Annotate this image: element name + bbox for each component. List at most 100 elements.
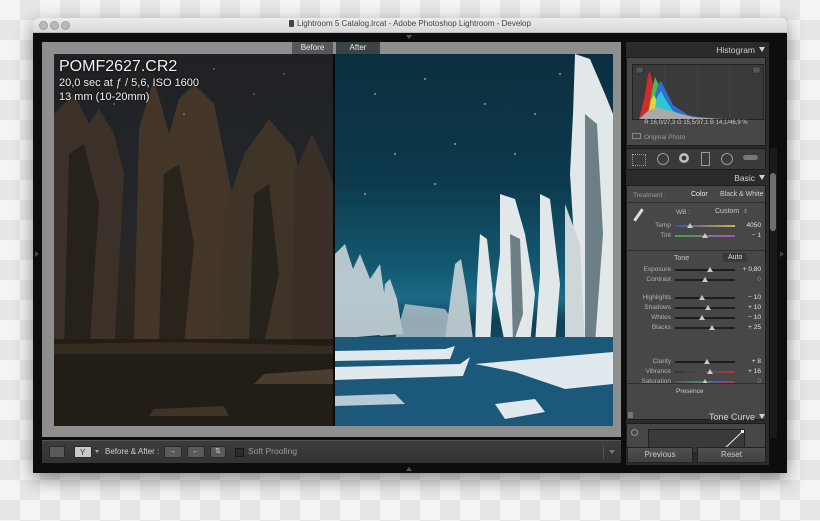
slider-label-highlights: Highlights — [642, 294, 671, 301]
slider-temp[interactable] — [675, 225, 735, 227]
tone-curve-header[interactable]: Tone Curve — [709, 412, 765, 422]
window-title: Lightroom 5 Catalog.lrcat - Adobe Photos… — [33, 19, 787, 28]
wb-label: WB : — [676, 209, 691, 216]
histogram-chart[interactable] — [632, 64, 764, 120]
radial-filter-tool-icon[interactable] — [721, 153, 733, 165]
histogram-header[interactable]: Histogram — [716, 45, 765, 55]
slider-value-blacks[interactable]: + 25 — [737, 324, 761, 331]
slider-thumb-clarity[interactable] — [704, 359, 711, 364]
panel-switch-icon[interactable] — [628, 412, 633, 418]
slider-thumb-temp[interactable] — [687, 223, 693, 228]
slider-exposure[interactable] — [675, 269, 735, 271]
before-image[interactable]: POMF2627.CR2 20,0 sec at ƒ / 5,6, ISO 16… — [54, 54, 333, 426]
slider-value-vibrance[interactable]: + 16 — [737, 368, 761, 375]
slider-thumb-highlights[interactable] — [699, 295, 705, 300]
treatment-bw-option[interactable]: Black & White — [720, 191, 764, 198]
window-title-text: Lightroom 5 Catalog.lrcat - Adobe Photos… — [297, 19, 531, 28]
view-mode-dropdown-icon[interactable] — [95, 450, 99, 453]
before-after-viewer: Before After POMF2627.CR2 20,0 sec at ƒ … — [42, 42, 621, 437]
slider-value-exposure[interactable]: + 0,80 — [737, 266, 761, 273]
after-forest-scene — [335, 54, 613, 426]
spot-removal-tool-icon[interactable] — [657, 153, 669, 165]
slider-value-highlights[interactable]: − 10 — [737, 294, 761, 301]
before-after-view-button[interactable]: Y — [74, 446, 92, 458]
tool-strip — [626, 148, 766, 170]
crop-overlay-tool-icon[interactable] — [632, 154, 646, 166]
slider-value-whites[interactable]: − 10 — [737, 314, 761, 321]
slider-value-tint[interactable]: − 1 — [737, 232, 761, 239]
slider-value-contrast[interactable]: 0 — [737, 276, 761, 283]
slider-blacks[interactable] — [675, 327, 735, 329]
slider-vibrance[interactable] — [675, 371, 735, 373]
reset-button[interactable]: Reset — [697, 447, 766, 463]
photo-exposure-info: 20,0 sec at ƒ / 5,6, ISO 1600 — [59, 77, 200, 89]
title-bar: Lightroom 5 Catalog.lrcat - Adobe Photos… — [33, 18, 787, 33]
wb-preset-dropdown[interactable]: Custom — [715, 208, 739, 215]
toolbar-options-dropdown-icon[interactable] — [609, 450, 615, 454]
basic-header[interactable]: Basic — [734, 173, 765, 183]
toolbar-separator — [603, 445, 604, 459]
slider-thumb-shadows[interactable] — [705, 305, 711, 310]
divider — [627, 202, 765, 203]
treatment-color-option[interactable]: Color — [691, 191, 708, 198]
slider-value-shadows[interactable]: + 10 — [737, 304, 761, 311]
wb-dropdown-icon[interactable]: ⇕ — [743, 208, 748, 215]
original-photo-indicator: Original Photo — [632, 133, 685, 141]
arrow-left-icon: ← — [192, 448, 199, 455]
slider-whites[interactable] — [675, 317, 735, 319]
treatment-label: Treatment : — [633, 192, 666, 199]
collapse-triangle-icon — [759, 414, 765, 419]
lightroom-window: Lightroom 5 Catalog.lrcat - Adobe Photos… — [33, 18, 787, 473]
adjustment-brush-tool-icon[interactable] — [743, 155, 758, 160]
slider-value-temp[interactable]: 4050 — [737, 222, 761, 229]
photo-info-overlay: POMF2627.CR2 20,0 sec at ƒ / 5,6, ISO 16… — [59, 57, 199, 104]
slider-thumb-whites[interactable] — [699, 315, 705, 320]
right-panel-toggle-icon[interactable] — [780, 251, 784, 257]
soft-proofing-checkbox[interactable] — [235, 448, 244, 457]
white-balance-eyedropper-icon[interactable] — [633, 208, 644, 222]
divider — [627, 250, 765, 251]
slider-label-exposure: Exposure — [643, 266, 671, 273]
red-eye-tool-icon[interactable] — [679, 153, 689, 163]
basic-header-label: Basic — [734, 173, 755, 183]
slider-thumb-contrast[interactable] — [702, 277, 708, 282]
arrow-right-icon: → — [169, 448, 176, 455]
graduated-filter-tool-icon[interactable] — [701, 152, 710, 166]
copy-after-to-before-button[interactable]: ← — [187, 446, 205, 458]
photo-lens-info: 13 mm (10-20mm) — [59, 91, 150, 103]
original-photo-label: Original Photo — [644, 134, 686, 141]
after-image[interactable] — [335, 54, 613, 426]
targeted-adjustment-icon[interactable] — [631, 429, 638, 436]
filmstrip-toggle-icon[interactable] — [406, 467, 412, 471]
auto-tone-button[interactable]: Auto — [723, 253, 748, 262]
slider-thumb-tint[interactable] — [702, 233, 708, 238]
slider-thumb-blacks[interactable] — [709, 325, 716, 330]
histogram-graph — [635, 65, 761, 119]
photo-filename: POMF2627.CR2 — [59, 58, 178, 75]
right-panel-scrollbar-thumb[interactable] — [770, 173, 776, 231]
before-label: Before — [292, 42, 333, 54]
slider-highlights[interactable] — [675, 297, 735, 299]
slider-label-tint: Tint — [660, 232, 671, 239]
copy-before-to-after-button[interactable]: → — [164, 446, 182, 458]
slider-label-blacks: Blacks — [651, 324, 671, 331]
previous-button[interactable]: Previous — [627, 447, 693, 463]
slider-label-vibrance: Vibrance — [645, 368, 671, 375]
top-panel-toggle-icon[interactable] — [406, 35, 412, 39]
right-panel: Histogram R 16,0/27,3 G 15,5/37,1 B 14,1… — [626, 42, 769, 465]
slider-value-clarity[interactable]: + 8 — [737, 358, 761, 365]
highlight-clipping-icon — [752, 66, 761, 74]
loupe-view-button[interactable] — [49, 446, 65, 458]
histogram-header-label: Histogram — [716, 45, 755, 55]
histogram-rgb-readout: R 16,0/27,3 G 15,5/37,1 B 14,1/46,9 % — [644, 120, 748, 126]
tone-curve-header-label: Tone Curve — [708, 412, 755, 422]
slider-thumb-vibrance[interactable] — [706, 369, 713, 374]
before-after-label: Before & After : — [105, 447, 160, 456]
swap-before-after-button[interactable]: ⇅ — [210, 446, 226, 458]
left-panel-toggle-icon[interactable] — [35, 251, 39, 257]
basic-section: Treatment : Color Black & White WB : Cus… — [626, 185, 766, 420]
slider-label-contrast: Contrast — [646, 276, 671, 283]
divider — [627, 383, 765, 384]
slider-thumb-exposure[interactable] — [706, 267, 713, 272]
before-forest-scene — [54, 68, 333, 426]
